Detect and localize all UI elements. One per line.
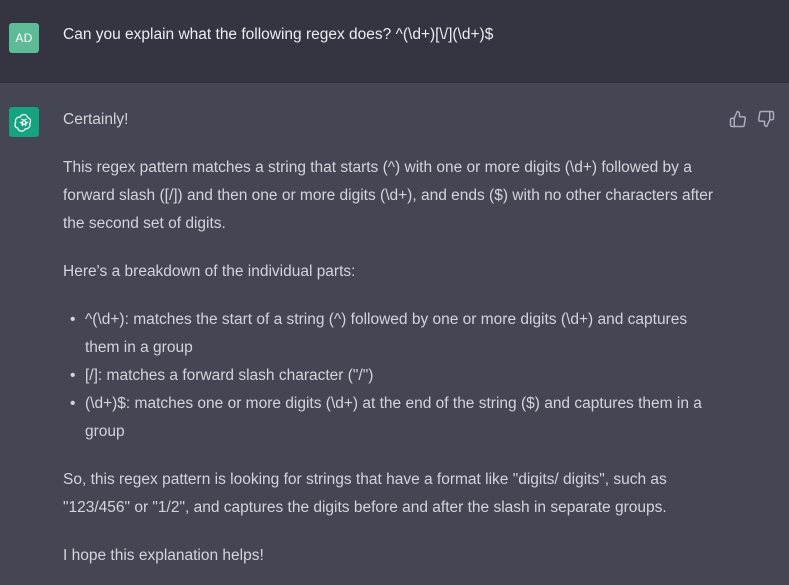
thumbs-up-icon[interactable] — [729, 110, 747, 128]
feedback-buttons — [729, 110, 775, 128]
openai-logo-icon — [9, 107, 39, 137]
assistant-paragraph-2: Here's a breakdown of the individual par… — [63, 263, 356, 280]
user-message-row: AD Can you explain what the following re… — [0, 0, 789, 83]
assistant-message-body: Certainly! This regex pattern matches a … — [63, 106, 723, 585]
assistant-paragraph-3: So, this regex pattern is looking for st… — [63, 471, 667, 516]
user-avatar: AD — [9, 23, 39, 53]
breakdown-list: • ^(\d+): matches the start of a string (… — [63, 306, 723, 446]
assistant-paragraph-4: I hope this explanation helps! — [63, 547, 264, 564]
user-message-text: Can you explain what the following regex… — [63, 26, 494, 43]
list-item: • (\d+)$: matches one or more digits (\d+… — [70, 395, 702, 440]
list-item: • [/]: matches a forward slash character … — [70, 367, 374, 384]
thumbs-down-icon[interactable] — [757, 110, 775, 128]
assistant-paragraph-1: This regex pattern matches a string that… — [63, 159, 714, 232]
assistant-message-row: Certainly! This regex pattern matches a … — [0, 83, 789, 585]
list-item: • ^(\d+): matches the start of a string (… — [70, 311, 688, 356]
assistant-intro: Certainly! — [63, 111, 129, 128]
